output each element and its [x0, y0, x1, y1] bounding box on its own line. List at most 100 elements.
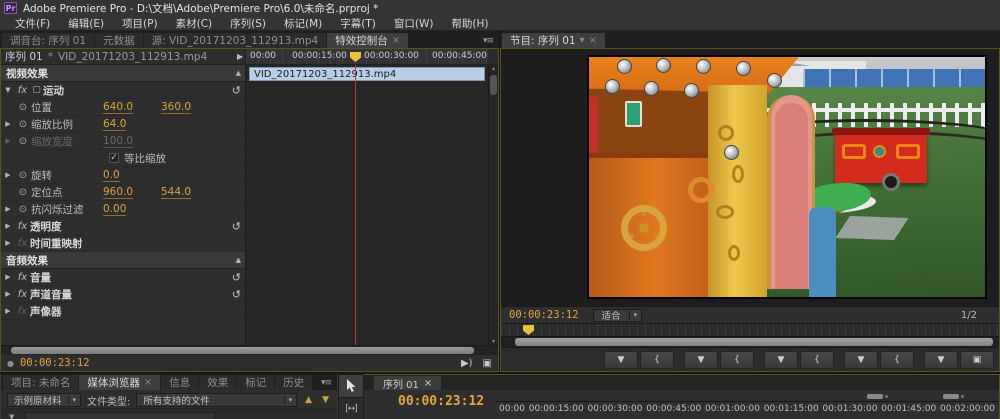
reset-effect-icon[interactable]: ↺: [232, 271, 241, 284]
tab-sequence-01[interactable]: 序列 01 ×: [374, 376, 442, 391]
go-to-in-button[interactable]: ▼: [684, 350, 718, 369]
playhead-marker[interactable]: [350, 52, 361, 62]
stopwatch-icon[interactable]: ⊙: [15, 102, 31, 113]
collapse-section-icon[interactable]: ▲: [236, 69, 241, 77]
playhead-marker[interactable]: [523, 325, 534, 335]
tab-audio-mixer[interactable]: 调音台: 序列 01: [2, 33, 95, 48]
fx-toggle-icon[interactable]: fx: [15, 221, 30, 232]
anchor-x-value[interactable]: 960.0: [103, 186, 161, 199]
extract-button[interactable]: ▼: [924, 350, 958, 369]
vertical-scrollbar[interactable]: ▴ ▾: [488, 65, 498, 345]
channel-volume-label[interactable]: 声道音量: [30, 287, 72, 302]
position-row[interactable]: ⊙ 位置 640.0 360.0: [1, 99, 245, 116]
stopwatch-icon[interactable]: ⊙: [15, 170, 31, 181]
time-remap-row[interactable]: ▶ fx 时间重映射: [1, 235, 245, 252]
export-frame-button[interactable]: ▣: [960, 350, 994, 369]
anchor-x[interactable]: 960.0: [103, 186, 134, 199]
tab-media-browser[interactable]: 媒体浏览器 ×: [79, 375, 161, 390]
folder-tree-item[interactable]: [25, 412, 215, 419]
close-icon[interactable]: ×: [589, 35, 597, 46]
tab-info[interactable]: 信息: [161, 375, 199, 390]
scale-value[interactable]: 64.0: [103, 118, 161, 131]
channel-volume-row[interactable]: ▶ fx 声道音量 ↺: [1, 286, 245, 303]
show-timeline-view-icon[interactable]: ▶: [237, 49, 245, 64]
menu-marker[interactable]: 标记(M): [275, 16, 331, 31]
position-x[interactable]: 640.0: [103, 101, 134, 114]
volume-label[interactable]: 音量: [30, 270, 51, 285]
twirl-closed-icon[interactable]: ▶: [1, 222, 15, 230]
twirl-open-icon[interactable]: ▼: [9, 413, 14, 419]
play-audio-icon[interactable]: ▶): [461, 358, 473, 369]
horizontal-scrollbar[interactable]: [1, 345, 498, 355]
tab-effects[interactable]: 效果: [199, 375, 237, 390]
reset-effect-icon[interactable]: ↺: [232, 84, 241, 97]
tab-dropdown-icon[interactable]: ▾: [580, 35, 585, 46]
work-area-handle[interactable]: [867, 394, 888, 399]
menu-window[interactable]: 窗口(W): [385, 16, 443, 31]
scroll-down-icon[interactable]: ▾: [489, 338, 498, 345]
menu-file[interactable]: 文件(F): [6, 16, 59, 31]
twirl-closed-icon[interactable]: ▶: [1, 307, 15, 315]
panel-menu-icon[interactable]: ▾≡: [321, 378, 335, 390]
tab-markers[interactable]: 标记: [237, 375, 275, 390]
tab-metadata[interactable]: 元数据: [95, 33, 143, 48]
twirl-closed-icon[interactable]: ▶: [1, 239, 15, 247]
antiflicker-value[interactable]: 0.00: [103, 203, 161, 216]
program-scrollbar[interactable]: [501, 336, 999, 347]
position-x-value[interactable]: 640.0: [103, 101, 161, 114]
twirl-closed-icon[interactable]: ▶: [1, 171, 15, 179]
twirl-open-icon[interactable]: ▼: [1, 86, 15, 94]
timeline-ruler[interactable]: 00:00 00:00:15:00 00:00:30:00 00:00:45:0…: [495, 401, 999, 419]
scale-number[interactable]: 64.0: [103, 118, 127, 131]
scroll-up-icon[interactable]: ▴: [489, 65, 498, 72]
navigate-down-icon[interactable]: ▼: [320, 395, 331, 405]
stopwatch-icon[interactable]: ⊙: [15, 187, 31, 198]
program-timecode[interactable]: 00:00:23:12: [509, 309, 579, 321]
volume-effect-row[interactable]: ▶ fx 音量 ↺: [1, 269, 245, 286]
anchor-y[interactable]: 544.0: [161, 186, 192, 199]
menu-project[interactable]: 项目(P): [113, 16, 167, 31]
close-icon[interactable]: ×: [424, 378, 432, 389]
antiflicker-row[interactable]: ▶ ⊙ 抗闪烁过滤 0.00: [1, 201, 245, 218]
twirl-closed-icon[interactable]: ▶: [1, 273, 15, 281]
panner-row[interactable]: ▶ fx 声像器: [1, 303, 245, 320]
motion-effect-row[interactable]: ▼ fx ▢ 运动 ↺: [1, 82, 245, 99]
uniform-scale-checkbox[interactable]: ✓: [109, 153, 119, 163]
position-y-value[interactable]: 360.0: [161, 101, 219, 114]
tab-effect-controls[interactable]: 特效控制台 ×: [327, 33, 409, 48]
media-browser-list[interactable]: ▼: [1, 408, 337, 419]
audio-effects-section[interactable]: 音频效果 ▲: [1, 252, 245, 269]
scrollbar-thumb[interactable]: [515, 338, 993, 346]
program-mini-timeline[interactable]: [501, 323, 999, 336]
opacity-label[interactable]: 透明度: [30, 219, 62, 234]
navigate-up-icon[interactable]: ▲: [303, 395, 314, 405]
menu-help[interactable]: 帮助(H): [442, 16, 497, 31]
lift-button[interactable]: {: [880, 350, 914, 369]
antiflicker-number[interactable]: 0.00: [103, 203, 127, 216]
stopwatch-icon[interactable]: ⊙: [15, 204, 31, 215]
position-y[interactable]: 360.0: [161, 101, 192, 114]
reset-effect-icon[interactable]: ↺: [232, 288, 241, 301]
work-area-handle[interactable]: [943, 394, 964, 399]
time-remap-label[interactable]: 时间重映射: [30, 236, 83, 251]
selection-tool[interactable]: [339, 375, 363, 398]
anchor-point-row[interactable]: ⊙ 定位点 960.0 544.0: [1, 184, 245, 201]
anchor-y-value[interactable]: 544.0: [161, 186, 219, 199]
zoom-level-dropdown[interactable]: 适合 ▾: [592, 308, 643, 322]
fx-toggle-icon[interactable]: fx: [15, 289, 30, 300]
close-icon[interactable]: ×: [392, 35, 400, 46]
effect-controls-timecode[interactable]: 00:00:23:12: [20, 357, 90, 369]
stopwatch-icon[interactable]: ⊙: [15, 119, 31, 130]
tab-program-monitor[interactable]: 节目: 序列 01 ▾ ×: [502, 33, 605, 48]
scale-row[interactable]: ▶ ⊙ 缩放比例 64.0: [1, 116, 245, 133]
loop-playback-icon[interactable]: ▣: [483, 358, 492, 369]
tab-project[interactable]: 项目: 未命名: [3, 375, 79, 390]
close-icon[interactable]: ×: [144, 377, 152, 388]
tab-history[interactable]: 历史: [275, 375, 313, 390]
tab-source-monitor[interactable]: 源: VID_20171203_112913.mp4: [143, 33, 327, 48]
step-back-button[interactable]: {: [720, 350, 754, 369]
play-button[interactable]: ▼: [764, 350, 798, 369]
twirl-closed-icon[interactable]: ▶: [1, 290, 15, 298]
fx-toggle-icon[interactable]: fx: [15, 272, 30, 283]
track-select-tool[interactable]: [↔]: [339, 398, 363, 419]
